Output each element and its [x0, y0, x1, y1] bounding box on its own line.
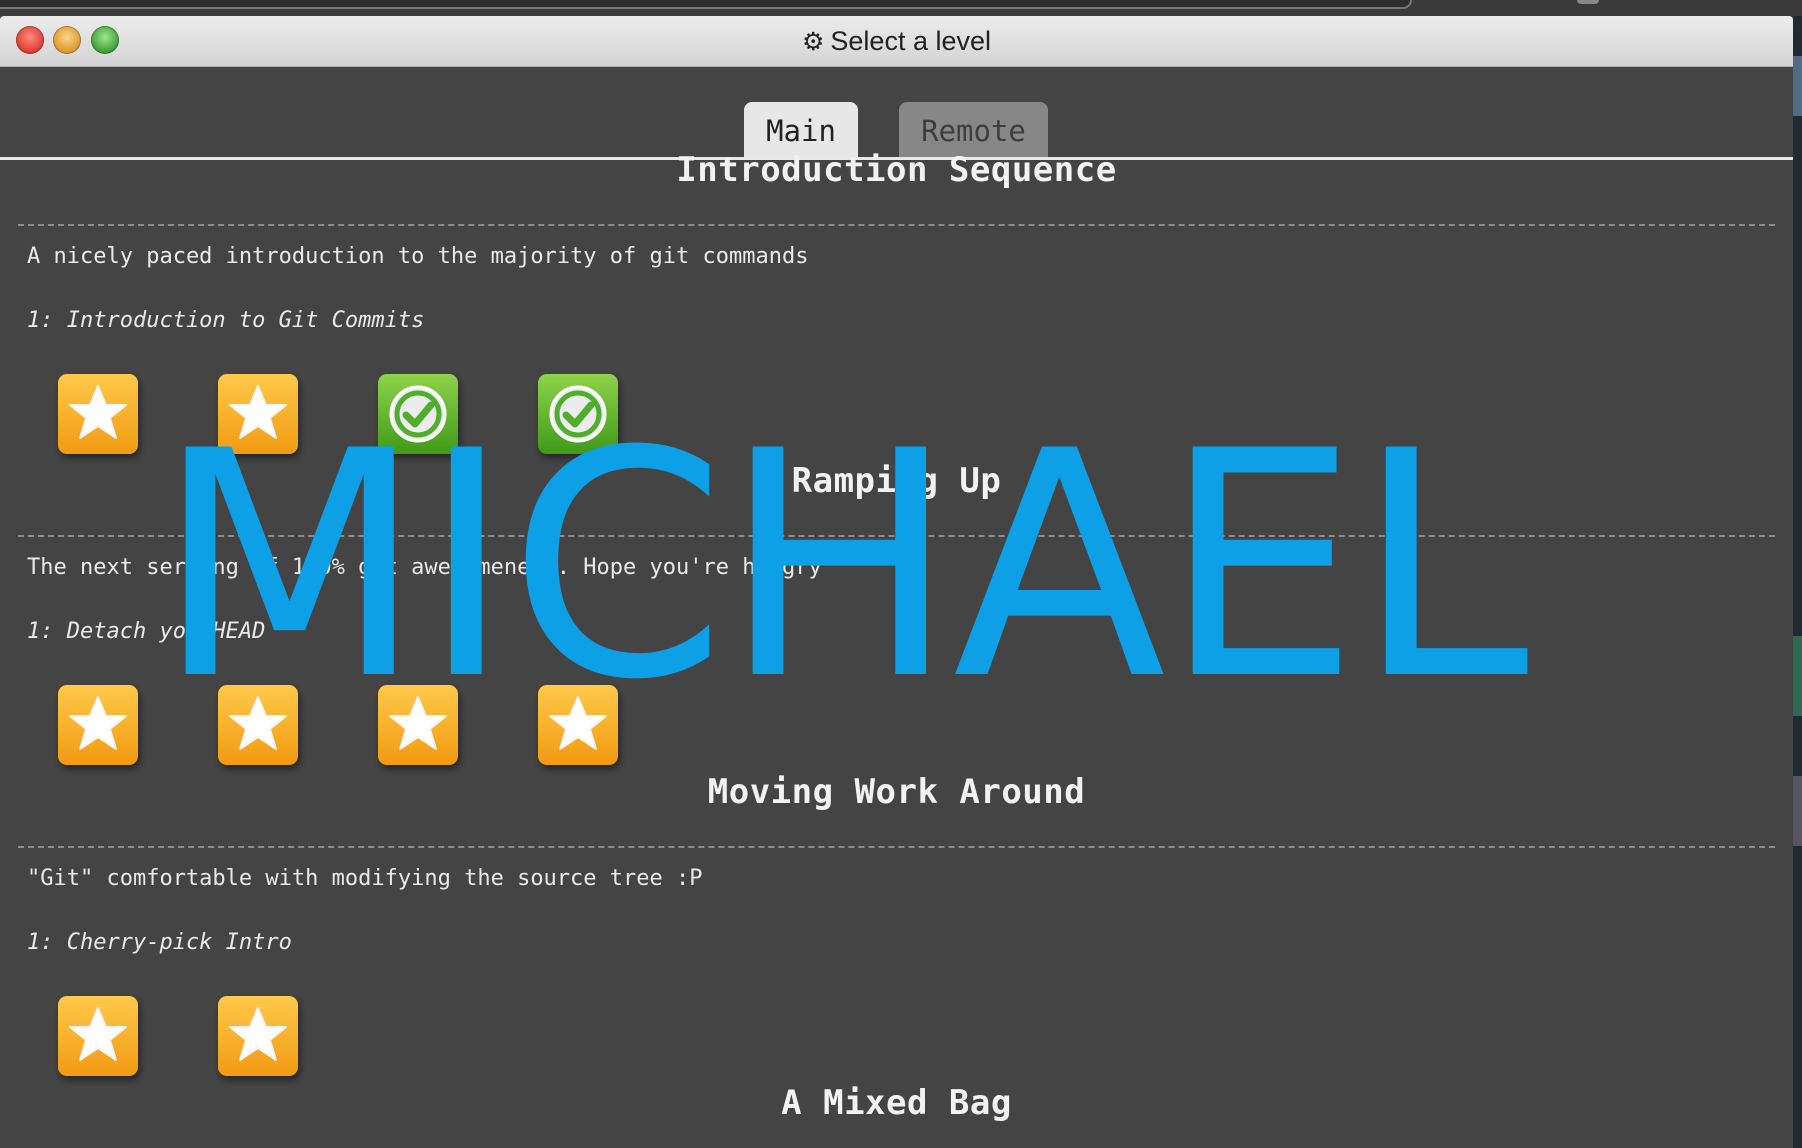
edge-marker — [1793, 56, 1802, 116]
screen-top-bar — [0, 0, 1802, 16]
level-star-icon[interactable] — [58, 996, 138, 1076]
window-title: ⚙ Select a level — [0, 16, 1793, 66]
section-description: "Git" comfortable with modifying the sou… — [27, 866, 703, 891]
level-star-icon[interactable] — [538, 685, 618, 765]
level-star-icon[interactable] — [378, 685, 458, 765]
window-title-text: Select a level — [830, 26, 991, 56]
level-star-icon[interactable] — [58, 374, 138, 454]
section-divider — [18, 846, 1775, 848]
section-title-moving-work-around: Moving Work Around — [707, 772, 1086, 812]
level-name: 1: Cherry-pick Intro — [27, 930, 292, 955]
gear-icon: ⚙ — [801, 28, 825, 56]
level-star-icon[interactable] — [218, 685, 298, 765]
level-select-window: ⚙ Select a level Main Remote Introduction… — [0, 16, 1793, 1148]
section-title-ramping-up: Ramping Up — [791, 461, 1002, 501]
section-title-introduction: Introduction Sequence — [676, 150, 1117, 190]
screen-top-indicator — [1577, 0, 1599, 4]
section-divider — [18, 224, 1775, 226]
adjacent-window-edge — [1793, 16, 1802, 1148]
section-divider — [18, 535, 1775, 537]
edge-marker — [1793, 636, 1802, 716]
section-description: The next serving of 100% git awesomeness… — [27, 555, 822, 580]
browser-address-bar-edge — [0, 0, 1412, 9]
section-title-a-mixed-bag: A Mixed Bag — [781, 1083, 1012, 1123]
section-description: A nicely paced introduction to the major… — [27, 244, 809, 269]
level-star-icon[interactable] — [218, 996, 298, 1076]
edge-marker — [1793, 776, 1802, 846]
level-star-icon[interactable] — [58, 685, 138, 765]
tab-bar: Main Remote — [0, 66, 1793, 160]
level-star-icon[interactable] — [218, 374, 298, 454]
level-checkmark-icon[interactable] — [538, 374, 618, 454]
level-checkmark-icon[interactable] — [378, 374, 458, 454]
window-titlebar: ⚙ Select a level — [0, 16, 1793, 67]
level-name: 1: Detach yo' HEAD — [27, 619, 266, 644]
level-name: 1: Introduction to Git Commits — [27, 308, 425, 333]
